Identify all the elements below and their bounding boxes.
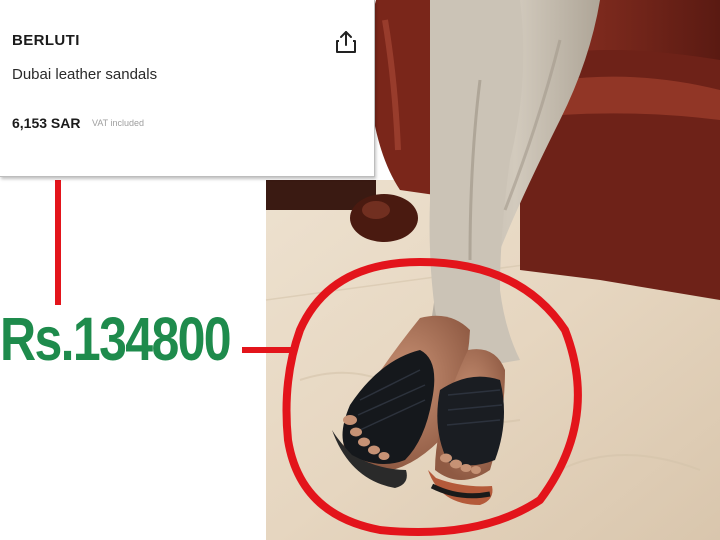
share-button[interactable] xyxy=(330,26,362,58)
vat-note: VAT included xyxy=(92,118,145,128)
converted-price-label: Rs.134800 xyxy=(0,305,232,373)
chair-leg-highlight xyxy=(362,201,390,219)
product-card: BERLUTI Dubai leather sandals 6,153 SAR … xyxy=(0,0,375,177)
product-price: 6,153 SAR xyxy=(12,115,81,131)
share-icon xyxy=(336,31,356,53)
brand-name: BERLUTI xyxy=(12,32,80,49)
meme-composite: BERLUTI Dubai leather sandals 6,153 SAR … xyxy=(0,0,720,540)
product-title: Dubai leather sandals xyxy=(12,66,158,83)
chair-leg xyxy=(350,194,418,242)
